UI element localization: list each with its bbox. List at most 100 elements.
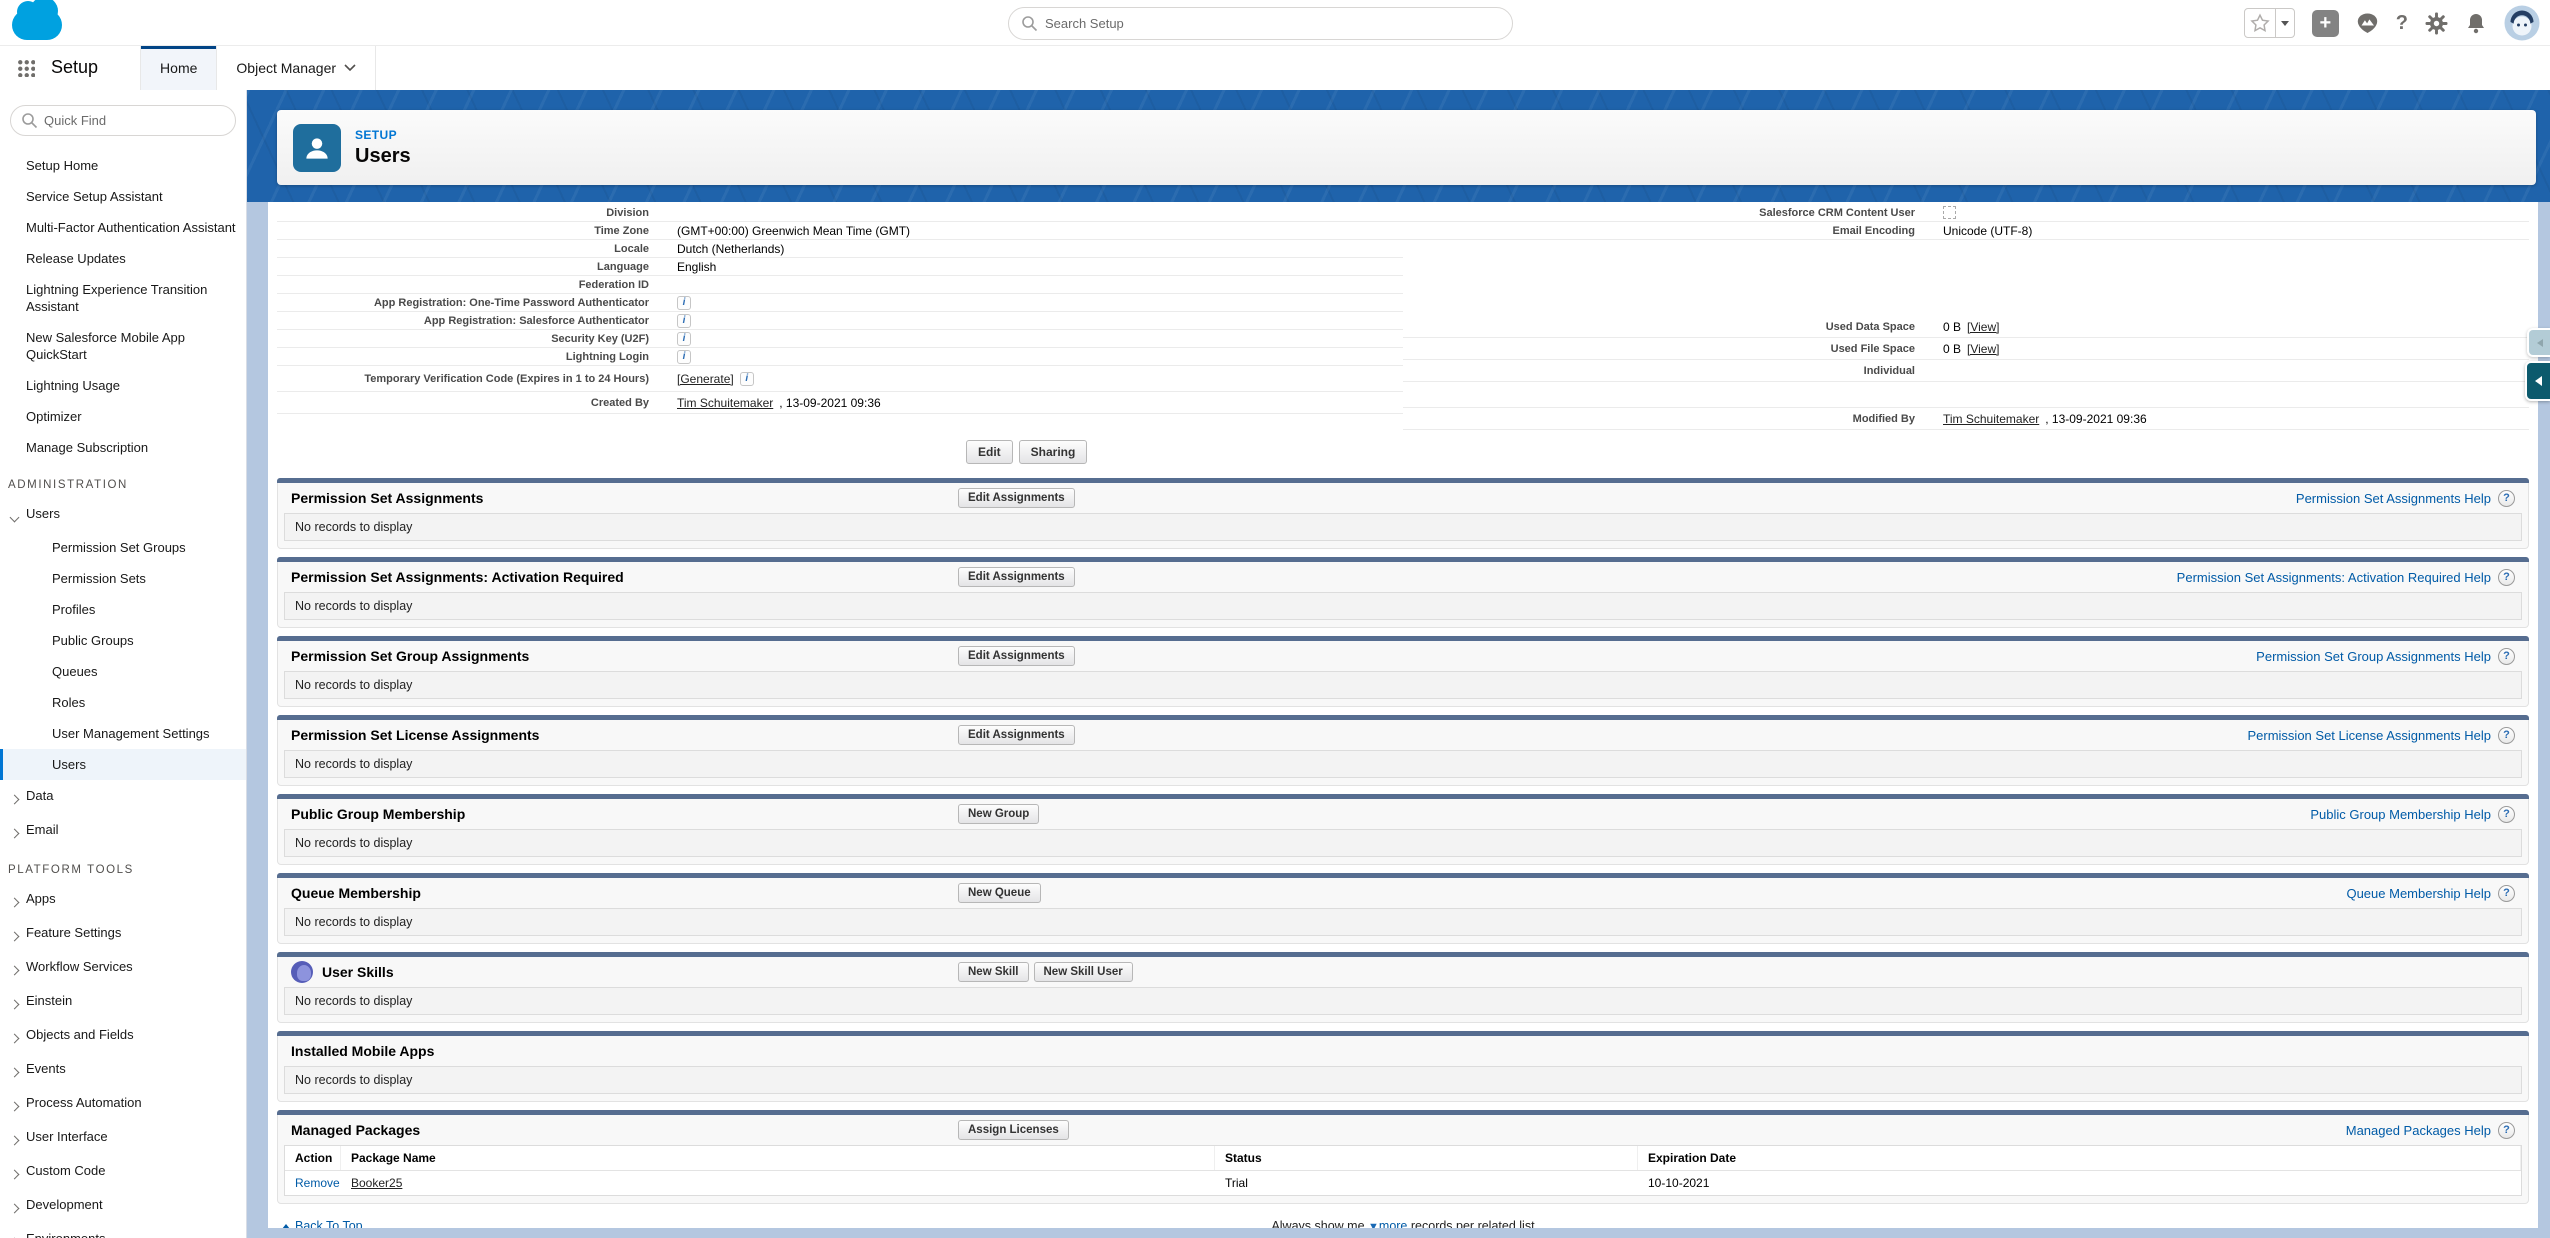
chevron-right-icon[interactable]	[8, 1233, 26, 1238]
notifications-bell-icon[interactable]	[2465, 12, 2487, 35]
field-link[interactable]: [View]	[1967, 342, 1999, 356]
info-icon[interactable]: i	[677, 332, 691, 346]
edit-button[interactable]: Edit	[966, 440, 1013, 464]
tab-object-manager[interactable]: Object Manager	[217, 46, 376, 90]
section-help-link[interactable]: Permission Set Assignments Help?	[2296, 490, 2515, 507]
field-link[interactable]: [View]	[1967, 320, 1999, 334]
help-question-icon[interactable]: ?	[2498, 569, 2515, 586]
sidebar-item-user-management-settings[interactable]: User Management Settings	[0, 718, 246, 749]
sidebar-item-users[interactable]: Users	[0, 749, 246, 780]
search-setup-input[interactable]	[1045, 9, 1495, 38]
info-icon[interactable]: i	[677, 314, 691, 328]
help-question-icon[interactable]: ?	[2498, 885, 2515, 902]
sidebar-item-permission-set-groups[interactable]: Permission Set Groups	[0, 532, 246, 563]
help-question-icon[interactable]: ?	[2498, 490, 2515, 507]
sidebar-item-user-interface[interactable]: User Interface	[0, 1121, 246, 1155]
sidebar-item-manage-subscription[interactable]: Manage Subscription	[0, 432, 246, 463]
info-icon[interactable]: i	[740, 372, 754, 386]
sidebar-item-email[interactable]: Email	[0, 814, 246, 848]
chevron-right-icon[interactable]	[8, 1029, 26, 1046]
sidebar-item-profiles[interactable]: Profiles	[0, 594, 246, 625]
sidebar-item-optimizer[interactable]: Optimizer	[0, 401, 246, 432]
sidebar-item-environments[interactable]: Environments	[0, 1223, 246, 1238]
info-icon[interactable]: i	[677, 296, 691, 310]
help-question-icon[interactable]: ?	[2498, 727, 2515, 744]
chevron-right-icon[interactable]	[8, 1063, 26, 1080]
sidebar-item-queues[interactable]: Queues	[0, 656, 246, 687]
sidebar-item-development[interactable]: Development	[0, 1189, 246, 1223]
sidebar-item-lightning-usage[interactable]: Lightning Usage	[0, 370, 246, 401]
chevron-right-icon[interactable]	[8, 824, 26, 841]
chevron-right-icon[interactable]	[8, 1165, 26, 1182]
new-skill-user-button[interactable]: New Skill User	[1034, 962, 1133, 982]
section-help-link[interactable]: Managed Packages Help?	[2346, 1122, 2515, 1139]
sidebar-item-permission-sets[interactable]: Permission Sets	[0, 563, 246, 594]
sidebar-item-process-automation[interactable]: Process Automation	[0, 1087, 246, 1121]
sidebar-item-objects-and-fields[interactable]: Objects and Fields	[0, 1019, 246, 1053]
remove-link[interactable]: Remove	[295, 1176, 340, 1190]
edit-assignments-button[interactable]: Edit Assignments	[958, 646, 1075, 666]
sidebar-item-einstein[interactable]: Einstein	[0, 985, 246, 1019]
sidebar-item-label: Public Groups	[52, 632, 240, 649]
trailhead-icon[interactable]	[2356, 12, 2379, 35]
sidebar-item-multi-factor-authentication-assistant[interactable]: Multi-Factor Authentication Assistant	[0, 212, 246, 243]
avatar[interactable]	[2504, 5, 2540, 41]
chevron-right-icon[interactable]	[8, 1199, 26, 1216]
tab-home[interactable]: Home	[140, 46, 217, 90]
chevron-right-icon[interactable]	[8, 995, 26, 1012]
docked-panel-tab-secondary[interactable]	[2527, 328, 2550, 357]
chevron-right-icon[interactable]	[8, 1097, 26, 1114]
sidebar-item-workflow-services[interactable]: Workflow Services	[0, 951, 246, 985]
favorites-dropdown[interactable]	[2275, 8, 2294, 38]
package-link[interactable]: Booker25	[351, 1176, 402, 1190]
edit-assignments-button[interactable]: Edit Assignments	[958, 725, 1075, 745]
chevron-right-icon[interactable]	[8, 961, 26, 978]
favorites-star-icon[interactable]	[2245, 13, 2275, 33]
sidebar-item-release-updates[interactable]: Release Updates	[0, 243, 246, 274]
help-icon[interactable]: ?	[2396, 12, 2408, 35]
sidebar-item-lightning-experience-transition-assistant[interactable]: Lightning Experience Transition Assistan…	[0, 274, 246, 322]
new-queue-button[interactable]: New Queue	[958, 883, 1041, 903]
chevron-down-icon[interactable]	[8, 508, 26, 525]
sidebar-item-events[interactable]: Events	[0, 1053, 246, 1087]
help-question-icon[interactable]: ?	[2498, 648, 2515, 665]
docked-panel-tab-primary[interactable]	[2525, 361, 2550, 401]
sidebar-item-new-salesforce-mobile-app-quickstart[interactable]: New Salesforce Mobile App QuickStart	[0, 322, 246, 370]
section-help-link[interactable]: Permission Set Assignments: Activation R…	[2177, 569, 2515, 586]
edit-assignments-button[interactable]: Edit Assignments	[958, 488, 1075, 508]
new-group-button[interactable]: New Group	[958, 804, 1039, 824]
sidebar-item-setup-home[interactable]: Setup Home	[0, 150, 246, 181]
new-skill-button[interactable]: New Skill	[958, 962, 1029, 982]
setup-gear-icon[interactable]	[2425, 12, 2448, 35]
add-icon[interactable]: +	[2312, 10, 2339, 37]
sidebar-item-roles[interactable]: Roles	[0, 687, 246, 718]
help-question-icon[interactable]: ?	[2498, 806, 2515, 823]
more-records-link[interactable]: more	[1379, 1219, 1407, 1228]
field-link[interactable]: Tim Schuitemaker	[1943, 412, 2039, 426]
chevron-right-icon[interactable]	[8, 893, 26, 910]
field-link[interactable]: [Generate]	[677, 372, 734, 386]
quick-find-input[interactable]	[44, 107, 234, 134]
section-help-link[interactable]: Public Group Membership Help?	[2310, 806, 2515, 823]
field-link[interactable]: Tim Schuitemaker	[677, 396, 773, 410]
app-launcher-waffle-icon[interactable]	[18, 60, 35, 77]
sidebar-item-data[interactable]: Data	[0, 780, 246, 814]
edit-assignments-button[interactable]: Edit Assignments	[958, 567, 1075, 587]
chevron-right-icon[interactable]	[8, 1131, 26, 1148]
sidebar-item-feature-settings[interactable]: Feature Settings	[0, 917, 246, 951]
section-help-link[interactable]: Permission Set License Assignments Help?	[2247, 727, 2515, 744]
section-help-link[interactable]: Permission Set Group Assignments Help?	[2256, 648, 2515, 665]
sidebar-item-custom-code[interactable]: Custom Code	[0, 1155, 246, 1189]
sidebar-item-public-groups[interactable]: Public Groups	[0, 625, 246, 656]
info-icon[interactable]: i	[677, 350, 691, 364]
chevron-right-icon[interactable]	[8, 790, 26, 807]
help-question-icon[interactable]: ?	[2498, 1122, 2515, 1139]
sharing-button[interactable]: Sharing	[1019, 440, 1088, 464]
sidebar-item-users[interactable]: Users	[0, 498, 246, 532]
section-help-link[interactable]: Queue Membership Help?	[2346, 885, 2515, 902]
assign-licenses-button[interactable]: Assign Licenses	[958, 1120, 1069, 1140]
sidebar-item-apps[interactable]: Apps	[0, 883, 246, 917]
favorites-control[interactable]	[2244, 8, 2295, 38]
sidebar-item-service-setup-assistant[interactable]: Service Setup Assistant	[0, 181, 246, 212]
chevron-right-icon[interactable]	[8, 927, 26, 944]
